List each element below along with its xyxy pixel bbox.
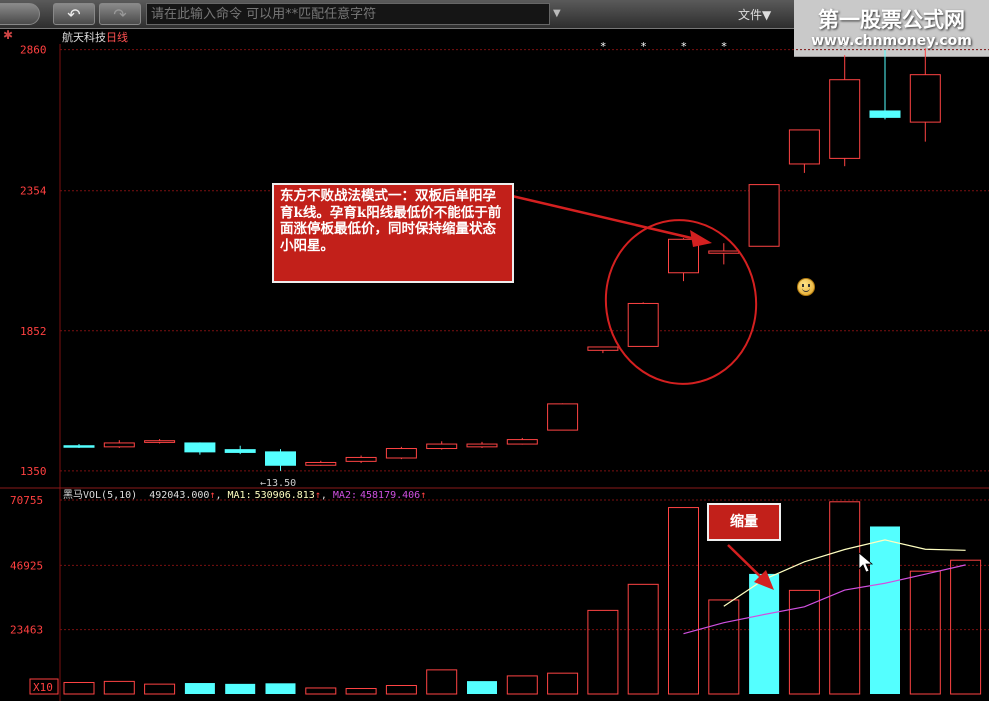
volume-bar: [385, 685, 417, 695]
volume-bar: [829, 501, 861, 695]
volume-layer: [63, 501, 982, 695]
candle-body: [63, 445, 95, 448]
candle-body: [224, 449, 256, 453]
smiley-icon: [797, 278, 815, 296]
volume-unit: X10: [33, 681, 53, 694]
candle-body: [627, 302, 659, 347]
candle-body: [305, 461, 337, 466]
volume-bar: [144, 683, 176, 695]
ma-layer: [683, 539, 966, 635]
candle-body: [103, 442, 135, 448]
volume-bar: [467, 681, 497, 694]
candle-body: [708, 250, 740, 254]
star-marker: *: [842, 40, 849, 53]
candle-body: [829, 79, 861, 159]
annotation-arrow: [494, 190, 701, 242]
star-marker: *: [640, 40, 647, 53]
axis-layer: 2860 2354 1852 1350 70755 46925 23463: [10, 44, 47, 637]
volume-bar: [587, 609, 619, 695]
volume-bar: [426, 669, 458, 695]
volume-bar: [184, 683, 215, 694]
volume-bar: [788, 589, 820, 695]
candle-body: [547, 403, 579, 431]
star-layer: * * * * *: [600, 40, 848, 53]
volume-bar: [547, 672, 579, 695]
volume-bar: [63, 681, 95, 695]
candle-body: [265, 451, 296, 466]
low-price-marker: ←13.50: [260, 478, 296, 489]
volume-bar: [950, 559, 982, 695]
volume-bar: [506, 675, 538, 695]
volume-bar: [265, 683, 296, 694]
candle-body: [144, 440, 176, 443]
star-marker: *: [681, 40, 688, 53]
highlight-circle: [604, 219, 758, 385]
volume-bar: [708, 599, 740, 695]
candle-body: [869, 110, 901, 118]
candle-body: [385, 448, 417, 459]
kline-chart[interactable]: 2860 2354 1852 1350 70755 46925 23463 * * * * * ←1…: [0, 0, 989, 701]
candle-body: [788, 129, 820, 165]
volume-bar: [749, 573, 780, 694]
volume-shrink-annotation: 缩量: [707, 503, 781, 541]
price-tick-label: 2354: [20, 185, 47, 198]
candle-body: [426, 443, 458, 450]
volume-tick-label: 46925: [10, 559, 43, 572]
volume-bar: [225, 683, 256, 694]
volume-bar: [103, 680, 135, 695]
annotation-arrowhead: [690, 230, 712, 247]
star-marker: *: [600, 40, 607, 53]
volume-bar: [668, 507, 699, 695]
price-tick-label: 2860: [20, 44, 47, 57]
price-tick-label: 1350: [20, 465, 47, 478]
volume-bar: [627, 583, 659, 695]
volume-bar: [870, 526, 900, 694]
price-tick-label: 1852: [20, 325, 47, 338]
candle-body: [587, 346, 619, 351]
candle-body: [748, 184, 780, 247]
candle-body: [466, 443, 498, 448]
volume-bar: [305, 687, 337, 695]
ma-line-ma2: [683, 564, 966, 635]
star-marker: *: [721, 40, 728, 53]
strategy-annotation: 东方不败战法模式一：双板后单阳孕育k线。孕育k阳线最低价不能低于前面涨停板最低价…: [272, 183, 514, 283]
volume-bar: [909, 570, 941, 695]
volume-bar: [345, 688, 377, 695]
volume-tick-label: 70755: [10, 494, 43, 507]
candle-body: [184, 442, 216, 453]
volume-tick-label: 23463: [10, 624, 43, 637]
candle-body: [345, 456, 377, 462]
candle-body: [506, 439, 538, 445]
candle-body: [909, 74, 941, 123]
volume-legend: 黑马VOL(5,10) 492043.000↑, MA1: 530906.813↑…: [63, 489, 426, 501]
